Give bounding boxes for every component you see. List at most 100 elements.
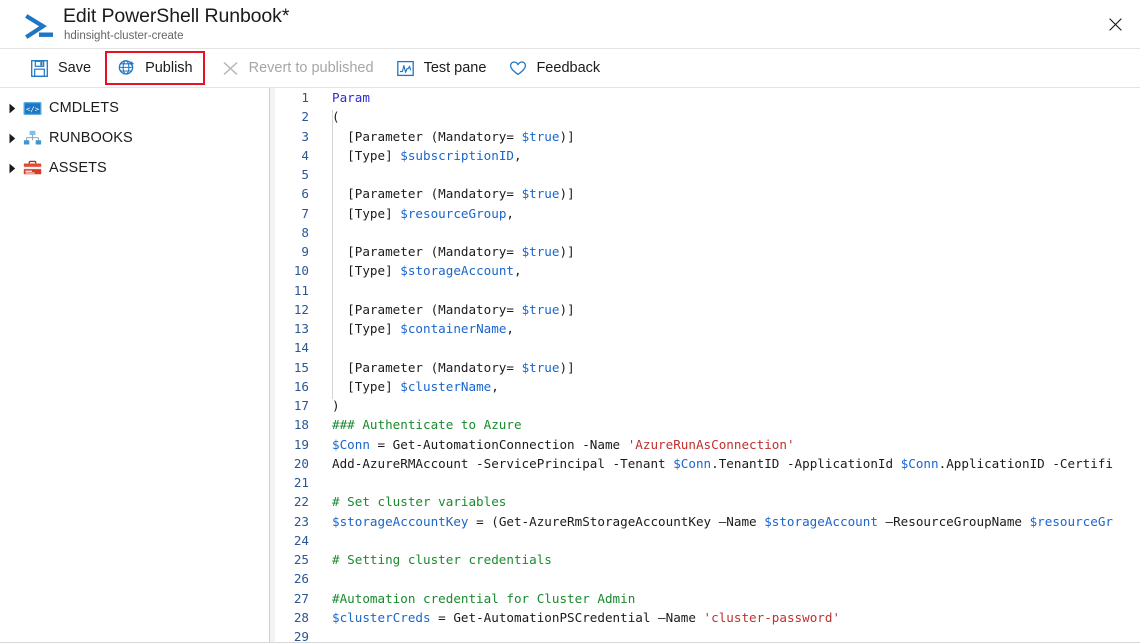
code-token: = Get-AutomationConnection -Name: [370, 437, 628, 452]
code-line[interactable]: 4 [Type] $subscriptionID,: [270, 146, 1140, 165]
sidebar-item-cmdlets-label: CMDLETS: [49, 100, 119, 116]
code-line[interactable]: 19$Conn = Get-AutomationConnection -Name…: [270, 435, 1140, 454]
code-line[interactable]: 1Param: [270, 88, 1140, 107]
code-line[interactable]: 9 [Parameter (Mandatory= $true)]: [270, 242, 1140, 261]
indent-guide: [332, 110, 333, 399]
code-line[interactable]: 7 [Type] $resourceGroup,: [270, 204, 1140, 223]
line-number: 17: [270, 396, 318, 415]
line-number: 24: [270, 531, 318, 550]
code-line-text: [318, 627, 1140, 642]
resource-tree-panel: </> CMDLETS RUNBOOKS: [0, 88, 270, 642]
code-line[interactable]: 28$clusterCreds = Get-AutomationPSCreden…: [270, 608, 1140, 627]
code-token: Param: [332, 90, 370, 105]
code-line[interactable]: 6 [Parameter (Mandatory= $true)]: [270, 184, 1140, 203]
code-line[interactable]: 13 [Type] $containerName,: [270, 319, 1140, 338]
line-number: 9: [270, 242, 318, 261]
code-line[interactable]: 17): [270, 396, 1140, 415]
code-token: –ResourceGroupName: [878, 514, 1030, 529]
code-line-text: [Parameter (Mandatory= $true)]: [318, 358, 1140, 377]
code-line[interactable]: 20Add-AzureRMAccount -ServicePrincipal -…: [270, 454, 1140, 473]
code-line-text: [Parameter (Mandatory= $true)]: [318, 300, 1140, 319]
code-line-text: [Parameter (Mandatory= $true)]: [318, 242, 1140, 261]
test-pane-label: Test pane: [424, 60, 487, 76]
line-number: 8: [270, 223, 318, 242]
revert-to-published-label: Revert to published: [249, 60, 374, 76]
code-line[interactable]: 10 [Type] $storageAccount,: [270, 261, 1140, 280]
heart-icon: [508, 59, 527, 78]
code-token: $resourceGr: [1030, 514, 1113, 529]
code-line[interactable]: 21: [270, 473, 1140, 492]
code-editor[interactable]: 1Param2(3 [Parameter (Mandatory= $true)]…: [270, 88, 1140, 642]
code-line[interactable]: 2(: [270, 107, 1140, 126]
test-pane-button[interactable]: Test pane: [388, 53, 495, 83]
code-token: $storageAccountKey: [332, 514, 468, 529]
code-line[interactable]: 11: [270, 281, 1140, 300]
line-number: 19: [270, 435, 318, 454]
line-number: 28: [270, 608, 318, 627]
code-token: = (Get-AzureRmStorageAccountKey –Name: [468, 514, 764, 529]
code-editor-lines[interactable]: 1Param2(3 [Parameter (Mandatory= $true)]…: [270, 88, 1140, 642]
code-line-text: ### Authenticate to Azure: [318, 415, 1140, 434]
code-line[interactable]: 12 [Parameter (Mandatory= $true)]: [270, 300, 1140, 319]
code-line-text: [318, 281, 1140, 300]
sidebar-item-runbooks[interactable]: RUNBOOKS: [0, 123, 269, 153]
code-token: $clusterName: [400, 379, 491, 394]
chevron-right-icon[interactable]: [4, 100, 20, 116]
publish-button[interactable]: Publish: [107, 53, 203, 83]
line-number: 2: [270, 107, 318, 126]
code-token: $true: [522, 129, 560, 144]
code-line[interactable]: 18### Authenticate to Azure: [270, 415, 1140, 434]
close-icon: [1109, 18, 1122, 31]
code-token: $resourceGroup: [400, 206, 506, 221]
code-line-text: # Setting cluster credentials: [318, 550, 1140, 569]
code-token: )]: [559, 244, 574, 259]
line-number: 4: [270, 146, 318, 165]
code-line[interactable]: 25# Setting cluster credentials: [270, 550, 1140, 569]
code-line[interactable]: 24: [270, 531, 1140, 550]
code-line[interactable]: 27#Automation credential for Cluster Adm…: [270, 589, 1140, 608]
feedback-button[interactable]: Feedback: [500, 53, 608, 83]
code-line[interactable]: 14: [270, 338, 1140, 357]
code-line-text: [Parameter (Mandatory= $true)]: [318, 184, 1140, 203]
save-label: Save: [58, 60, 91, 76]
code-line[interactable]: 5: [270, 165, 1140, 184]
line-number: 25: [270, 550, 318, 569]
code-token: .ApplicationID -Certifi: [939, 456, 1113, 471]
close-button[interactable]: [1098, 8, 1132, 40]
code-token: [Parameter (Mandatory=: [332, 129, 522, 144]
code-token: (: [332, 109, 340, 124]
powershell-icon: [21, 11, 61, 43]
code-line[interactable]: 26: [270, 569, 1140, 588]
code-line[interactable]: 22# Set cluster variables: [270, 492, 1140, 511]
code-token: $true: [522, 360, 560, 375]
code-token: $Conn: [673, 456, 711, 471]
revert-to-published-button[interactable]: Revert to published: [213, 53, 382, 83]
code-line[interactable]: 3 [Parameter (Mandatory= $true)]: [270, 127, 1140, 146]
code-line[interactable]: 16 [Type] $clusterName,: [270, 377, 1140, 396]
code-token: # Set cluster variables: [332, 494, 506, 509]
code-line-text: # Set cluster variables: [318, 492, 1140, 511]
line-number: 23: [270, 512, 318, 531]
code-line-text: [318, 531, 1140, 550]
save-button[interactable]: Save: [22, 53, 99, 83]
code-token: $storageAccount: [764, 514, 878, 529]
chevron-right-icon[interactable]: [4, 130, 20, 146]
code-token: [Parameter (Mandatory=: [332, 244, 522, 259]
command-toolbar: Save Publish Revert to published: [0, 49, 1140, 88]
code-line-text: $clusterCreds = Get-AutomationPSCredenti…: [318, 608, 1140, 627]
sidebar-item-cmdlets[interactable]: </> CMDLETS: [0, 93, 269, 123]
test-pane-chart-icon: [396, 59, 415, 78]
code-line[interactable]: 15 [Parameter (Mandatory= $true)]: [270, 358, 1140, 377]
code-line-text: [Type] $resourceGroup,: [318, 204, 1140, 223]
publish-globe-icon: [117, 59, 136, 78]
line-number: 7: [270, 204, 318, 223]
code-token: )]: [559, 302, 574, 317]
code-line[interactable]: 8: [270, 223, 1140, 242]
code-line[interactable]: 23 $storageAccountKey = (Get-AzureRmStora…: [270, 512, 1140, 531]
code-token: = Get-AutomationPSCredential –Name: [431, 610, 704, 625]
close-x-icon: [221, 59, 240, 78]
sidebar-item-assets[interactable]: ASSETS: [0, 153, 269, 183]
code-token: $storageAccount: [400, 263, 514, 278]
chevron-right-icon[interactable]: [4, 160, 20, 176]
code-line[interactable]: 29: [270, 627, 1140, 642]
